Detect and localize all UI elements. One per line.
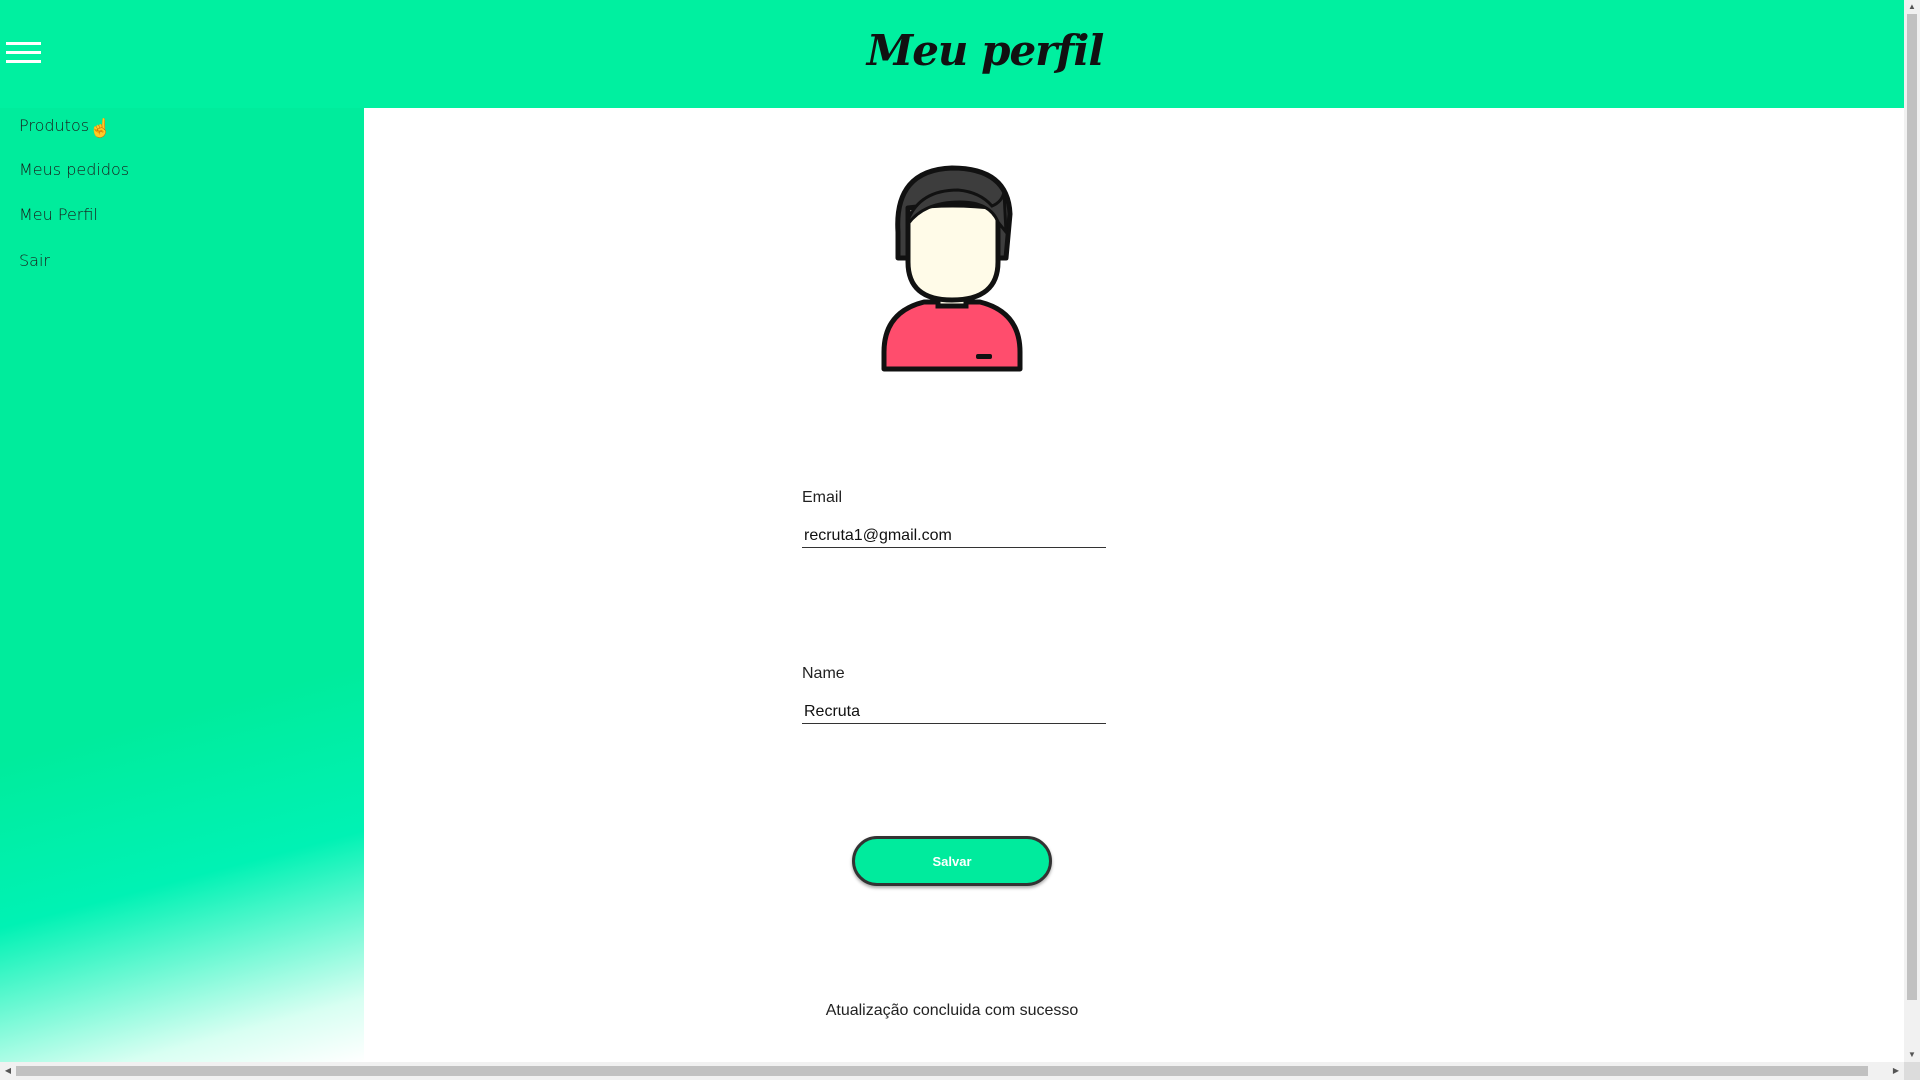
horizontal-scroll-thumb[interactable]	[16, 1066, 1868, 1076]
hand-pointer-icon: ☝	[89, 118, 112, 138]
name-field[interactable]	[802, 700, 1106, 724]
page-title: Meu perfil	[866, 26, 1105, 75]
scroll-right-icon[interactable]: ▶	[1888, 1062, 1904, 1080]
email-field[interactable]	[802, 524, 1106, 548]
horizontal-scrollbar[interactable]: ◀ ▶	[0, 1062, 1904, 1080]
page: Meu perfil Produtos Meus pedidos Meu Per…	[0, 0, 1920, 1080]
scrollbar-corner	[1904, 1062, 1920, 1080]
scroll-down-icon[interactable]: ▼	[1904, 1048, 1920, 1062]
save-button[interactable]: Salvar	[852, 836, 1052, 886]
email-label: Email	[802, 489, 843, 506]
sidebar-item-sair[interactable]: Sair	[19, 251, 50, 270]
user-avatar-icon	[881, 165, 1023, 372]
sidebar: Produtos Meus pedidos Meu Perfil Sair	[0, 108, 364, 1062]
name-label: Name	[802, 665, 845, 682]
sidebar-item-produtos[interactable]: Produtos	[19, 116, 89, 135]
top-bar: Meu perfil	[0, 0, 1904, 108]
status-message: Atualização concluida com sucesso	[825, 1002, 1079, 1019]
sidebar-item-meus-pedidos[interactable]: Meus pedidos	[19, 160, 129, 179]
main-content	[364, 108, 1904, 1062]
sidebar-item-meu-perfil[interactable]: Meu Perfil	[19, 205, 98, 224]
scroll-up-icon[interactable]: ▲	[1904, 0, 1920, 14]
vertical-scroll-thumb[interactable]	[1907, 14, 1917, 1000]
hamburger-menu-icon[interactable]	[6, 42, 41, 66]
scroll-left-icon[interactable]: ◀	[0, 1062, 16, 1080]
vertical-scrollbar[interactable]: ▲ ▼	[1904, 0, 1920, 1062]
